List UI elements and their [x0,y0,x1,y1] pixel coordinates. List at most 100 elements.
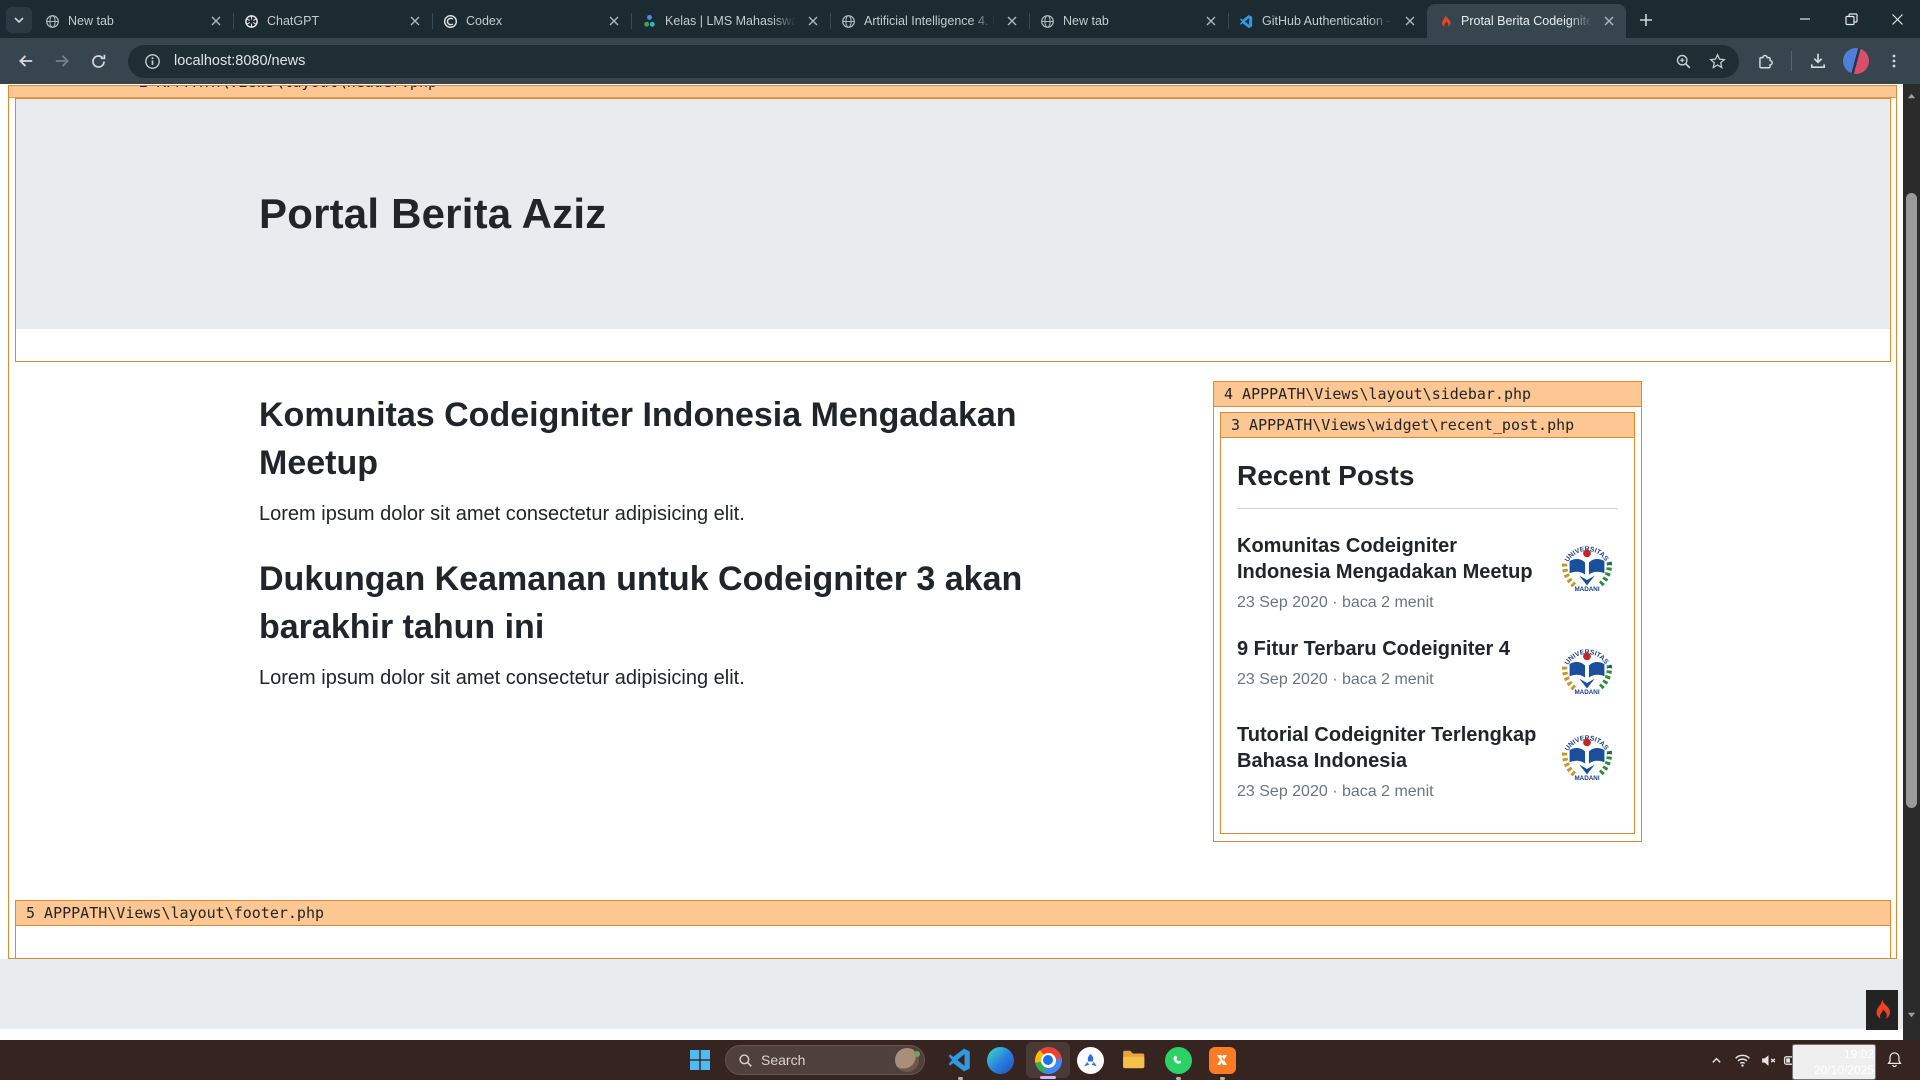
taskbar-search-box[interactable]: Search [725,1045,925,1075]
notifications-bell-icon[interactable] [1884,1049,1904,1069]
extensions-button[interactable] [1749,45,1781,77]
tab-close-icon[interactable] [207,12,225,30]
taskbar-vscode-icon[interactable] [946,1046,974,1074]
window-restore-button[interactable] [1828,0,1874,38]
vscode-icon [947,1047,973,1073]
tray-chevron-up-icon[interactable] [1706,1050,1726,1070]
recent-post-title-link[interactable]: Komunitas Codeigniter Indonesia Mengadak… [1237,533,1546,585]
codeigniter-flame-icon [1870,998,1894,1022]
reload-button[interactable] [82,45,114,77]
tab-title: GitHub Authentication - S [1262,14,1393,28]
tab-close-icon[interactable] [605,12,623,30]
volume-muted-icon[interactable] [1758,1050,1778,1070]
recent-posts-widget: 3 APPPATH\Views\widget\recent_post.php R… [1220,412,1635,834]
recent-post-meta: 23 Sep 2020 · baca 2 menit [1237,783,1546,801]
recent-post-title-link[interactable]: Tutorial Codeigniter Terlengkap Bahasa I… [1237,722,1546,774]
browser-tab-new-tab-2[interactable]: New tab [1029,4,1228,38]
browser-tab-active-portal-berita[interactable]: Protal Berita Codeigniter [1427,4,1626,38]
tab-close-icon[interactable] [1600,12,1618,30]
puzzle-icon [1756,52,1774,70]
tab-close-icon[interactable] [406,12,424,30]
tab-title: ChatGPT [267,14,398,28]
tab-search-chevron-button[interactable] [6,7,32,33]
tab-close-icon[interactable] [1003,12,1021,30]
browser-tab-github-auth[interactable]: GitHub Authentication - S [1228,4,1427,38]
article-title-link[interactable]: Komunitas Codeigniter Indonesia Mengadak… [259,392,1139,487]
tab-close-icon[interactable] [1202,12,1220,30]
plus-icon [1639,13,1653,27]
browser-tab-artificial-intelligence[interactable]: Artificial Intelligence 4. Kr [830,4,1029,38]
window-minimize-button[interactable] [1782,0,1828,38]
browser-tab-lms[interactable]: Kelas | LMS Mahasiswa [631,4,830,38]
three-dot-menu-icon [1886,53,1902,69]
search-highlight-sloth-image[interactable] [895,1048,919,1072]
reload-icon [90,53,107,70]
clock-date: 20/10/2025 [1794,1062,1874,1078]
taskbar-whatsapp-icon[interactable] [1164,1046,1192,1074]
globe-icon [840,13,856,29]
clock-time: 19:02 [1794,1046,1874,1062]
downloads-button[interactable] [1802,45,1834,77]
scroll-down-arrow[interactable] [1903,1006,1920,1023]
browser-tab-chatgpt[interactable]: ChatGPT [233,4,432,38]
codeigniter-flame-icon [1437,13,1453,29]
bookmark-star-icon[interactable] [1705,49,1729,73]
back-button[interactable] [10,45,42,77]
scrollbar-thumb[interactable] [1906,193,1917,808]
codex-icon [442,13,458,29]
recent-post-item: Komunitas Codeigniter Indonesia Mengadak… [1237,533,1618,612]
debugbar-flame-toggle-button[interactable] [1866,990,1898,1030]
xampp-icon [1209,1047,1236,1074]
taskbar-file-explorer-icon[interactable] [1120,1046,1148,1074]
taskbar-chrome-icon[interactable] [1034,1046,1062,1074]
wifi-icon[interactable] [1732,1050,1752,1070]
page-scrollbar[interactable] [1903,84,1920,1040]
laragon-icon [1077,1047,1104,1074]
tab-close-icon[interactable] [1401,12,1419,30]
new-tab-button[interactable] [1632,6,1660,34]
browser-tab-codex[interactable]: Codex [432,4,631,38]
globe-icon [1039,13,1055,29]
profile-avatar[interactable] [1840,45,1872,77]
chatgpt-icon [243,13,259,29]
chrome-icon [1035,1047,1062,1074]
tab-close-icon[interactable] [804,12,822,30]
browser-menu-button[interactable] [1878,45,1910,77]
windows-taskbar: Search [0,1040,1920,1080]
recent-post-item: Tutorial Codeigniter Terlengkap Bahasa I… [1237,722,1618,801]
taskbar-clock[interactable]: 19:02 20/10/2025 [1792,1044,1876,1080]
start-button[interactable] [686,1046,714,1074]
tab-title: Kelas | LMS Mahasiswa [665,14,796,28]
tab-title: New tab [1063,14,1194,28]
universitas-yatsi-madani-logo [1556,722,1618,784]
news-article: Dukungan Keamanan untuk Codeigniter 3 ak… [259,556,1139,690]
tab-title: New tab [68,14,199,28]
url-text[interactable]: localhost:8080/news [174,53,1661,69]
edge-icon [987,1047,1014,1074]
window-close-button[interactable] [1874,0,1920,38]
scroll-up-arrow[interactable] [1903,88,1920,105]
article-title-link[interactable]: Dukungan Keamanan untuk Codeigniter 3 ak… [259,556,1139,651]
sidebar: 4 APPPATH\Views\layout\sidebar.php 3 APP… [1213,381,1642,842]
zoom-icon[interactable] [1671,49,1695,73]
site-info-icon[interactable] [140,49,164,73]
chrome-active-underline [1040,1076,1056,1079]
recent-post-title-link[interactable]: 9 Fitur Terbaru Codeigniter 4 [1237,636,1510,662]
forward-button[interactable] [46,45,78,77]
address-bar[interactable]: localhost:8080/news [128,45,1739,78]
whatsapp-icon [1165,1047,1192,1074]
window-controls [1782,0,1920,38]
lms-icon [641,13,657,29]
desktop-screen: New tab ChatGPT Codex Kelas | LMS Mahasi… [0,0,1920,1080]
taskbar-edge-icon[interactable] [986,1046,1014,1074]
toolbar-divider [1791,51,1792,71]
taskbar-xampp-icon[interactable] [1208,1046,1236,1074]
taskbar-laragon-icon[interactable] [1076,1046,1104,1074]
avatar-image [1843,48,1869,74]
browser-tab-new-tab-1[interactable]: New tab [34,4,233,38]
universitas-yatsi-madani-logo [1556,533,1618,595]
jumbotron: Portal Berita Aziz [16,99,1890,329]
search-icon [738,1053,753,1068]
globe-icon [44,13,60,29]
recent-post-meta: 23 Sep 2020 · baca 2 menit [1237,671,1510,689]
